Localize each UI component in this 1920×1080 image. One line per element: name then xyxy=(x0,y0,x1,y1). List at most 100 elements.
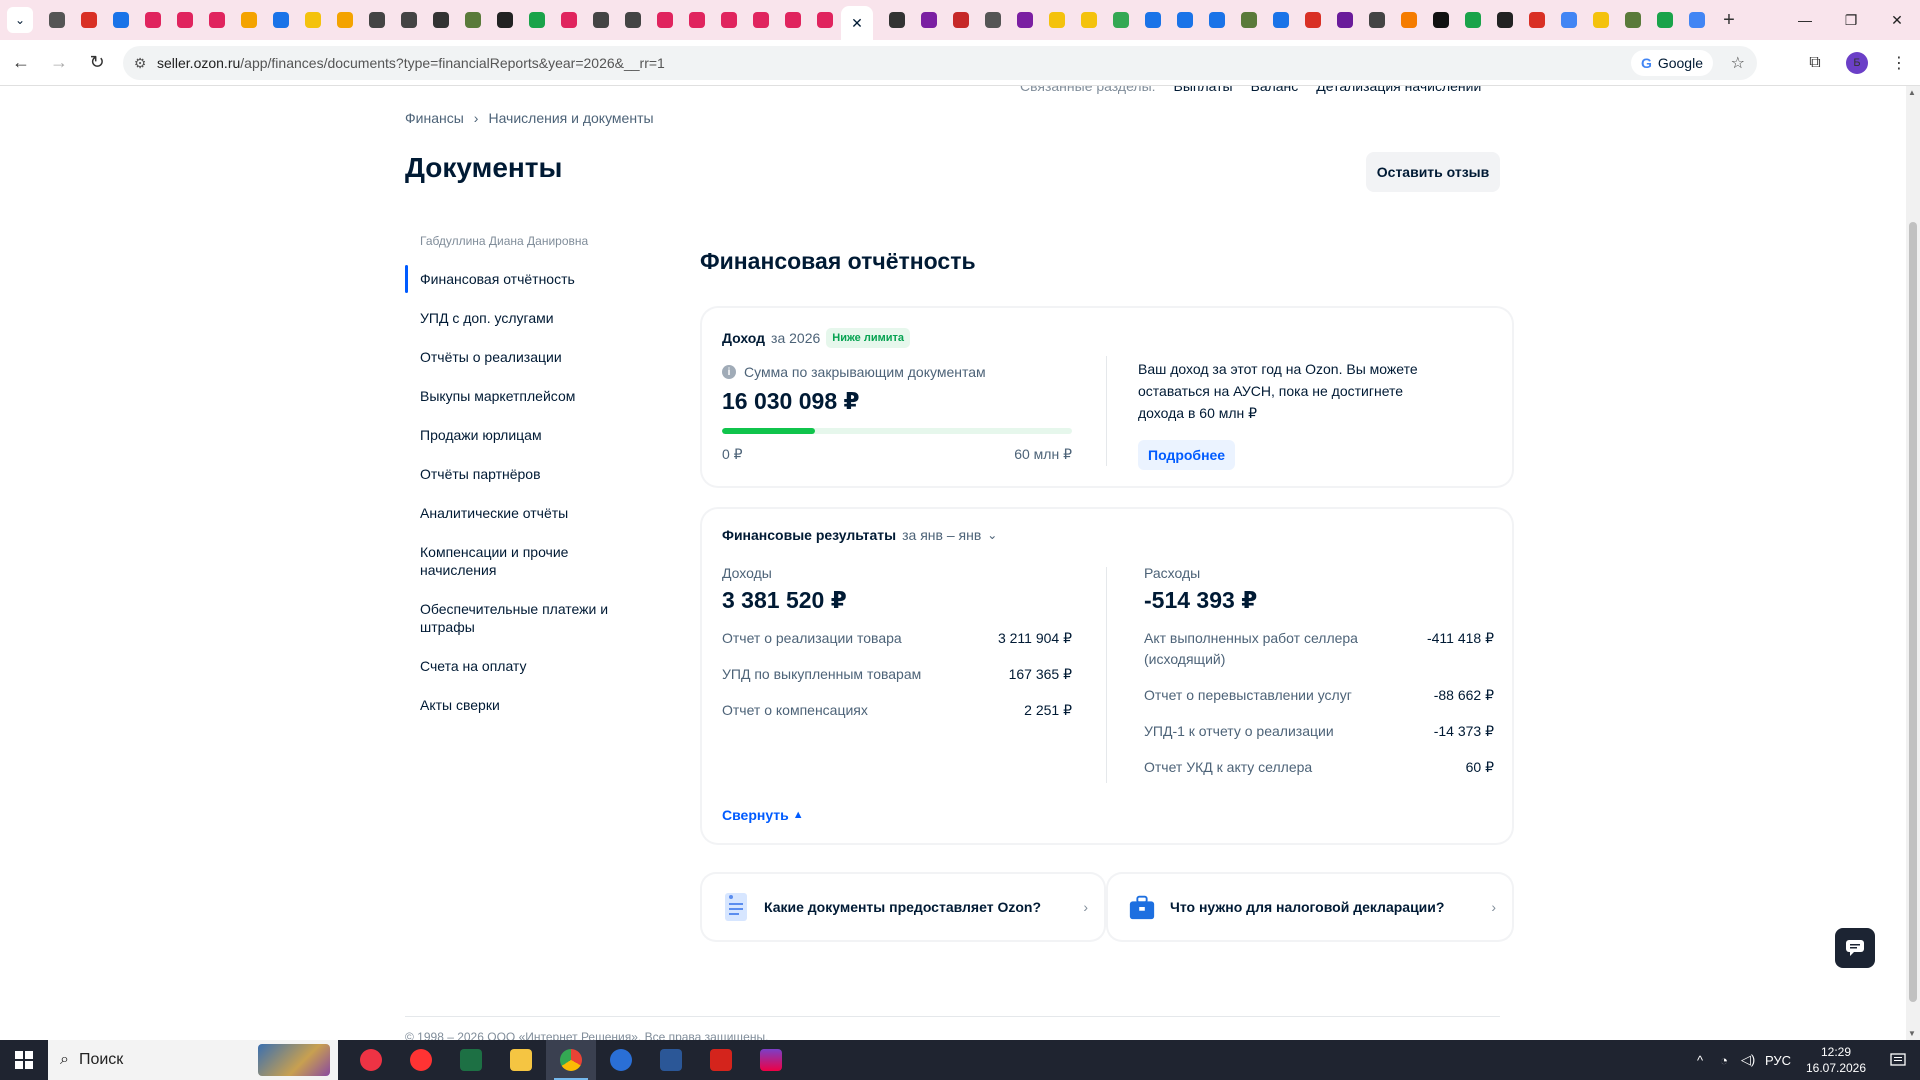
minimize-button[interactable]: — xyxy=(1782,0,1828,40)
result-row[interactable]: Отчет о компенсациях 2 251 ₽ xyxy=(722,700,1072,721)
google-lens-chip[interactable]: G Google xyxy=(1630,50,1713,76)
scroll-down-icon[interactable]: ▼ xyxy=(1908,1029,1916,1038)
browser-tab-15[interactable] xyxy=(521,4,553,36)
taskbar-app-messenger[interactable] xyxy=(596,1040,646,1080)
browser-tab-0[interactable] xyxy=(41,4,73,36)
period-selector[interactable]: Финансовые результаты за янв – янв ⌄ xyxy=(722,527,997,543)
taskbar-app-yandex[interactable] xyxy=(396,1040,446,1080)
taskbar-app-media[interactable] xyxy=(746,1040,796,1080)
sidebar-item-8[interactable]: Обеспечительные платежи и штрафы xyxy=(405,600,635,636)
browser-tab-right-2[interactable] xyxy=(945,4,977,36)
related-link-payouts[interactable]: Выплаты xyxy=(1174,86,1233,94)
browser-tab-right-1[interactable] xyxy=(913,4,945,36)
browser-tab-right-8[interactable] xyxy=(1137,4,1169,36)
tray-expand-icon[interactable]: ^ xyxy=(1688,1053,1712,1068)
browser-tab-19[interactable] xyxy=(649,4,681,36)
browser-tab-1[interactable] xyxy=(73,4,105,36)
browser-tab-right-25[interactable] xyxy=(1681,4,1713,36)
sidebar-item-7[interactable]: Компенсации и прочие начисления xyxy=(405,543,635,579)
new-tab-button[interactable]: + xyxy=(1713,4,1745,36)
taskbar-app-chrome[interactable] xyxy=(546,1040,596,1080)
browser-menu-icon[interactable]: ⋮ xyxy=(1878,53,1920,73)
browser-tab-right-12[interactable] xyxy=(1265,4,1297,36)
browser-tab-13[interactable] xyxy=(457,4,489,36)
browser-tab-3[interactable] xyxy=(137,4,169,36)
browser-tab-18[interactable] xyxy=(617,4,649,36)
taskbar-app-excel[interactable] xyxy=(446,1040,496,1080)
browser-tab-right-19[interactable] xyxy=(1489,4,1521,36)
sidebar-item-6[interactable]: Аналитические отчёты xyxy=(405,504,635,522)
browser-tab-right-14[interactable] xyxy=(1329,4,1361,36)
result-row[interactable]: Отчет о перевыставлении услуг -88 662 ₽ xyxy=(1144,685,1494,706)
extensions-icon[interactable]: ⧉ xyxy=(1794,54,1836,72)
browser-tab-right-23[interactable] xyxy=(1617,4,1649,36)
scrollbar-thumb[interactable] xyxy=(1909,222,1917,1002)
breadcrumb-accruals[interactable]: Начисления и документы xyxy=(488,110,653,126)
browser-tab-20[interactable] xyxy=(681,4,713,36)
browser-tab-right-13[interactable] xyxy=(1297,4,1329,36)
clock[interactable]: 12:29 16.07.2026 xyxy=(1796,1044,1876,1076)
browser-tab-6[interactable] xyxy=(233,4,265,36)
browser-tab-21[interactable] xyxy=(713,4,745,36)
browser-tab-14[interactable] xyxy=(489,4,521,36)
tax-declaration-link[interactable]: Что нужно для налоговой декларации? › xyxy=(1108,874,1512,940)
browser-tab-9[interactable] xyxy=(329,4,361,36)
chat-button[interactable] xyxy=(1835,928,1875,968)
browser-tab-right-16[interactable] xyxy=(1393,4,1425,36)
start-button[interactable] xyxy=(0,1040,48,1080)
taskbar-search[interactable]: ⌕ Поиск xyxy=(48,1040,338,1080)
sidebar-item-1[interactable]: УПД с доп. услугами xyxy=(405,309,635,327)
bookmark-star-icon[interactable]: ☆ xyxy=(1731,53,1745,73)
browser-tab-8[interactable] xyxy=(297,4,329,36)
taskbar-app-explorer[interactable] xyxy=(496,1040,546,1080)
browser-tab-right-22[interactable] xyxy=(1585,4,1617,36)
browser-tab-right-20[interactable] xyxy=(1521,4,1553,36)
profile-avatar[interactable]: Б xyxy=(1846,52,1868,74)
result-row[interactable]: Акт выполненных работ селлера (исходящий… xyxy=(1144,628,1494,670)
browser-tab-7[interactable] xyxy=(265,4,297,36)
sidebar-item-2[interactable]: Отчёты о реализации xyxy=(405,348,635,366)
more-button[interactable]: Подробнее xyxy=(1138,440,1236,470)
browser-tab-4[interactable] xyxy=(169,4,201,36)
browser-tab-right-3[interactable] xyxy=(977,4,1009,36)
browser-tab-right-5[interactable] xyxy=(1041,4,1073,36)
docs-info-link[interactable]: Какие документы предоставляет Ozon? › xyxy=(702,874,1104,940)
volume-icon[interactable]: ◁) xyxy=(1736,1052,1760,1068)
network-icon[interactable]: ◔ xyxy=(1712,1053,1736,1068)
browser-tab-right-6[interactable] xyxy=(1073,4,1105,36)
taskbar-app-word[interactable] xyxy=(646,1040,696,1080)
info-icon[interactable]: i xyxy=(722,365,736,379)
browser-tab-right-11[interactable] xyxy=(1233,4,1265,36)
address-bar[interactable]: ⚙ seller.ozon.ru/app/finances/documents?… xyxy=(123,46,1757,80)
browser-tab-22[interactable] xyxy=(745,4,777,36)
browser-tab-12[interactable] xyxy=(425,4,457,36)
browser-tab-right-21[interactable] xyxy=(1553,4,1585,36)
browser-tab-right-15[interactable] xyxy=(1361,4,1393,36)
close-window-button[interactable]: ✕ xyxy=(1874,0,1920,40)
site-info-icon[interactable]: ⚙ xyxy=(123,55,157,72)
result-row[interactable]: Отчет о реализации товара 3 211 904 ₽ xyxy=(722,628,1072,649)
sidebar-item-5[interactable]: Отчёты партнёров xyxy=(405,465,635,483)
browser-tab-16[interactable] xyxy=(553,4,585,36)
result-row[interactable]: УПД-1 к отчету о реализации -14 373 ₽ xyxy=(1144,721,1494,742)
browser-tab-right-4[interactable] xyxy=(1009,4,1041,36)
breadcrumb-finances[interactable]: Финансы xyxy=(405,110,464,126)
result-row[interactable]: Отчет УКД к акту селлера 60 ₽ xyxy=(1144,757,1494,778)
taskbar-app-screenshot[interactable] xyxy=(346,1040,396,1080)
related-link-balance[interactable]: Баланс xyxy=(1251,86,1299,94)
page-scrollbar[interactable]: ▲ ▼ xyxy=(1906,86,1920,1040)
taskbar-app-acrobat[interactable] xyxy=(696,1040,746,1080)
browser-tab-5[interactable] xyxy=(201,4,233,36)
browser-tab-right-0[interactable] xyxy=(881,4,913,36)
sidebar-item-9[interactable]: Счета на оплату xyxy=(405,657,635,675)
browser-tab-10[interactable] xyxy=(361,4,393,36)
sidebar-item-3[interactable]: Выкупы маркетплейсом xyxy=(405,387,635,405)
tab-search-button[interactable]: ⌄ xyxy=(7,7,33,33)
browser-tab-right-10[interactable] xyxy=(1201,4,1233,36)
sidebar-item-10[interactable]: Акты сверки xyxy=(405,696,635,714)
language-indicator[interactable]: РУС xyxy=(1760,1053,1796,1068)
feedback-button[interactable]: Оставить отзыв xyxy=(1366,152,1500,192)
browser-tab-right-17[interactable] xyxy=(1425,4,1457,36)
browser-tab-17[interactable] xyxy=(585,4,617,36)
browser-tab-23[interactable] xyxy=(777,4,809,36)
